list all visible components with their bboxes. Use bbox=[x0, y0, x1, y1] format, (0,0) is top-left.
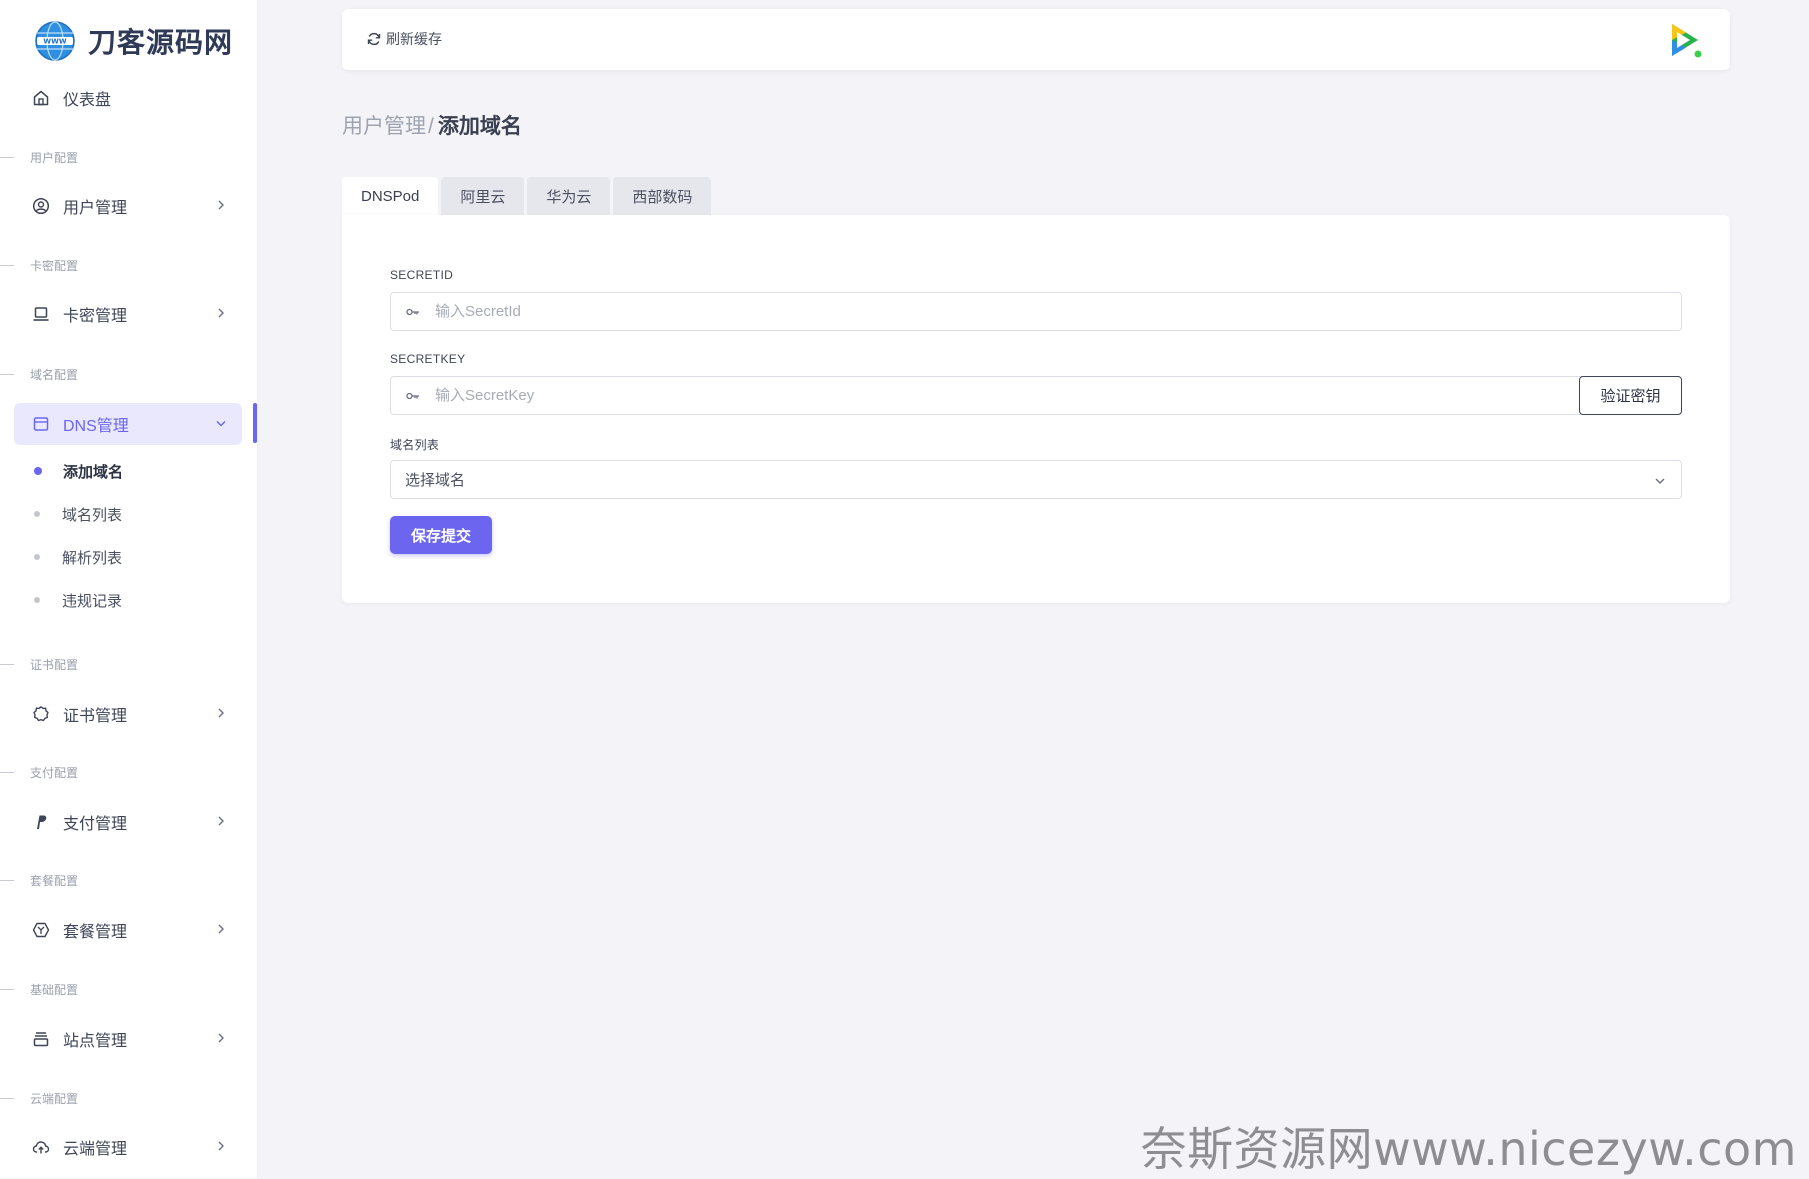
save-submit-button[interactable]: 保存提交 bbox=[390, 516, 492, 554]
secret-key-input[interactable] bbox=[435, 377, 1681, 414]
sidebar: WWW 刀客源码网 仪表盘 用户配置 用户管理 卡密配置 卡密管理 域名配置 D… bbox=[0, 0, 258, 1178]
user-circle-icon bbox=[31, 196, 51, 216]
secret-id-label: SECRETID bbox=[390, 268, 454, 282]
section-cert-config: 证书配置 bbox=[0, 656, 78, 672]
nav-user-management[interactable]: 用户管理 bbox=[14, 185, 242, 227]
sub-item-add-domain[interactable]: 添加域名 bbox=[34, 459, 123, 483]
secret-id-input[interactable] bbox=[435, 293, 1681, 330]
nav-dashboard-label: 仪表盘 bbox=[63, 92, 112, 109]
chevron-right-icon bbox=[218, 708, 224, 718]
nav-cloud-management[interactable]: 云端管理 bbox=[14, 1126, 242, 1168]
refresh-cache-button[interactable]: 刷新缓存 bbox=[366, 29, 442, 49]
section-user-config: 用户配置 bbox=[0, 149, 78, 165]
chevron-right-icon bbox=[218, 924, 224, 934]
sub-item-violation-records[interactable]: 违规记录 bbox=[34, 588, 122, 612]
nav-pay-management-label: 支付管理 bbox=[63, 816, 128, 833]
section-cloud-config: 云端配置 bbox=[0, 1090, 78, 1106]
paypal-icon bbox=[31, 812, 51, 832]
verify-key-button[interactable]: 验证密钥 bbox=[1579, 376, 1682, 415]
watermark: 奈斯资源网www.nicezyw.com bbox=[1140, 1122, 1797, 1176]
section-plan-config: 套餐配置 bbox=[0, 872, 78, 888]
laptop-icon bbox=[31, 304, 51, 324]
section-card-config: 卡密配置 bbox=[0, 257, 78, 273]
nav-pay-management[interactable]: 支付管理 bbox=[14, 801, 242, 843]
breadcrumb-parent[interactable]: 用户管理 bbox=[342, 110, 426, 140]
nav-card-management-label: 卡密管理 bbox=[63, 308, 128, 325]
chevron-right-icon bbox=[218, 816, 224, 826]
section-base-config: 基础配置 bbox=[0, 981, 78, 997]
page-title: 添加域名 bbox=[437, 115, 522, 138]
domain-list-label: 域名列表 bbox=[390, 438, 440, 452]
provider-tabs: DNSPod 阿里云 华为云 西部数码 bbox=[342, 177, 714, 215]
nav-card-management[interactable]: 卡密管理 bbox=[14, 293, 242, 335]
nav-cloud-management-label: 云端管理 bbox=[63, 1141, 128, 1158]
chevron-right-icon bbox=[218, 1033, 224, 1043]
chevron-down-icon bbox=[1655, 478, 1665, 484]
nav-cert-management[interactable]: 证书管理 bbox=[14, 693, 242, 735]
section-pay-config: 支付配置 bbox=[0, 764, 78, 780]
key-icon bbox=[391, 391, 435, 401]
nav-site-management-label: 站点管理 bbox=[63, 1033, 128, 1050]
nav-dns-management[interactable]: DNS管理 bbox=[14, 403, 242, 445]
secret-key-label: SECRETKEY bbox=[390, 352, 466, 366]
breadcrumb-separator: / bbox=[428, 115, 434, 138]
chevron-right-icon bbox=[218, 1141, 224, 1151]
cloud-upload-icon bbox=[31, 1137, 51, 1157]
nav-site-management[interactable]: 站点管理 bbox=[14, 1018, 242, 1060]
gear-outline-icon bbox=[31, 704, 51, 724]
nav-user-management-label: 用户管理 bbox=[63, 200, 128, 217]
domain-select-value: 选择域名 bbox=[405, 472, 466, 489]
domain-select[interactable]: 选择域名 bbox=[390, 460, 1682, 499]
chevron-right-icon bbox=[218, 200, 224, 210]
section-domain-config: 域名配置 bbox=[0, 366, 78, 382]
nav-plan-management-label: 套餐管理 bbox=[63, 924, 128, 941]
refresh-cache-label: 刷新缓存 bbox=[386, 31, 442, 47]
sub-item-domain-list[interactable]: 域名列表 bbox=[34, 502, 122, 526]
nav-dashboard[interactable]: 仪表盘 bbox=[14, 77, 242, 119]
sub-item-resolve-list[interactable]: 解析列表 bbox=[34, 545, 122, 569]
stack-icon bbox=[31, 1029, 51, 1049]
user-avatar[interactable] bbox=[1664, 20, 1704, 60]
active-indicator bbox=[253, 403, 257, 443]
tab-dnspod[interactable]: DNSPod bbox=[342, 177, 439, 215]
topbar: 刷新缓存 bbox=[342, 9, 1730, 70]
svg-text:WWW: WWW bbox=[43, 38, 66, 46]
tab-aliyun[interactable]: 阿里云 bbox=[441, 177, 525, 215]
home-icon bbox=[31, 88, 51, 108]
nav-cert-management-label: 证书管理 bbox=[63, 708, 128, 725]
add-domain-form: SECRETID SECRETKEY 验证密钥 域名列表 选择域名 保存提交 bbox=[342, 215, 1730, 603]
tab-huaweicloud[interactable]: 华为云 bbox=[527, 177, 611, 215]
chevron-down-icon bbox=[216, 421, 226, 427]
chevron-right-icon bbox=[218, 308, 224, 318]
refresh-icon bbox=[367, 32, 381, 46]
breadcrumb: 用户管理 / 添加域名 bbox=[342, 110, 522, 140]
globe-www-icon: WWW bbox=[35, 21, 75, 61]
tab-west-digital[interactable]: 西部数码 bbox=[613, 177, 712, 215]
secret-id-field bbox=[390, 292, 1682, 331]
nav-plan-management[interactable]: 套餐管理 bbox=[14, 909, 242, 951]
brand-logo[interactable]: WWW 刀客源码网 bbox=[34, 18, 233, 64]
package-icon bbox=[31, 920, 51, 940]
nav-dns-management-label: DNS管理 bbox=[63, 418, 129, 435]
secret-key-field: 验证密钥 bbox=[390, 376, 1682, 415]
brand-name: 刀客源码网 bbox=[88, 26, 234, 59]
window-icon bbox=[31, 414, 51, 434]
key-icon bbox=[391, 307, 435, 317]
